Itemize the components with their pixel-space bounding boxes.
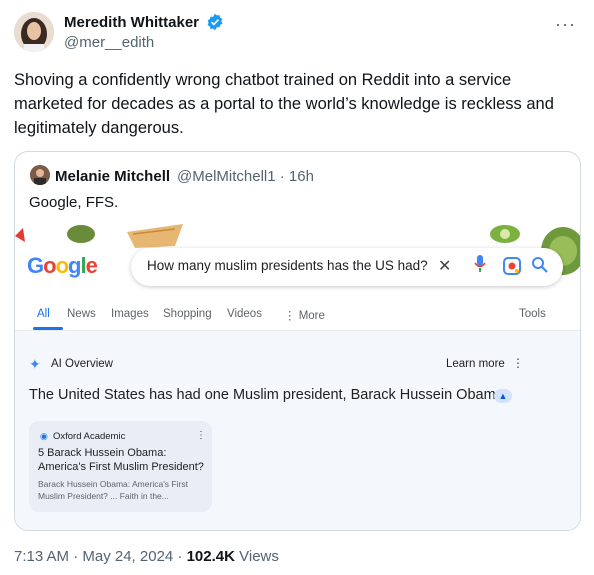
author-name[interactable]: Meredith Whittaker	[64, 14, 199, 31]
source-site: Oxford Academic	[53, 431, 126, 442]
tab-all: All	[37, 308, 50, 320]
search-bar: How many muslim presidents has the US ha…	[131, 248, 563, 286]
verified-badge-icon	[206, 13, 224, 31]
views-count: 102.4K	[186, 548, 235, 565]
quoted-author-avatar	[30, 165, 50, 185]
views-label: Views	[234, 548, 279, 565]
search-icon	[531, 256, 549, 278]
quoted-tweet-card[interactable]: Melanie Mitchell @MelMitchell1 · 16h Goo…	[14, 151, 581, 531]
clear-icon: ✕	[438, 258, 452, 275]
microphone-icon	[474, 255, 486, 277]
tab-tools: Tools	[519, 308, 546, 320]
tweet-meta: 7:13 AM · May 24, 2024 · 102.4K Views	[14, 548, 279, 565]
timestamp[interactable]: 7:13 AM · May 24, 2024 ·	[14, 548, 187, 565]
sparkle-icon: ✦	[29, 356, 41, 372]
tab-images: Images	[111, 308, 149, 320]
more-vert-icon: ⋮	[512, 356, 524, 370]
google-logo: Google	[27, 253, 98, 278]
ai-overview-label: AI Overview	[51, 358, 113, 370]
tab-more: ⋮ More	[284, 310, 325, 322]
google-screenshot: Google How many muslim presidents has th…	[15, 224, 580, 530]
chevron-up-icon: ▲	[494, 389, 512, 403]
tab-news: News	[67, 308, 96, 320]
source-title: 5 Barack Hussein Obama: America's First …	[38, 447, 204, 473]
source-snippet: Barack Hussein Obama: America's First Mu…	[38, 479, 188, 501]
ai-answer-text: The United States has had one Muslim pre…	[29, 387, 508, 403]
tweet-text: Shoving a confidently wrong chatbot trai…	[14, 71, 554, 137]
tab-shopping: Shopping	[163, 308, 212, 320]
camera-lens-icon	[503, 257, 521, 279]
author-handle[interactable]: @mer__edith	[64, 34, 154, 51]
quoted-author-name: Melanie Mitchell	[55, 168, 171, 185]
source-more-icon: ⋮	[196, 430, 206, 441]
learn-more-link: Learn more	[446, 358, 505, 370]
tab-videos: Videos	[227, 308, 262, 320]
more-options-icon[interactable]: ···	[555, 14, 576, 35]
globe-icon: ◉	[40, 431, 48, 441]
quoted-tweet-text: Google, FFS.	[29, 194, 119, 211]
author-avatar[interactable]	[14, 12, 54, 52]
search-query: How many muslim presidents has the US ha…	[147, 258, 428, 273]
quoted-author-handle: @MelMitchell1 · 16h	[177, 168, 314, 185]
